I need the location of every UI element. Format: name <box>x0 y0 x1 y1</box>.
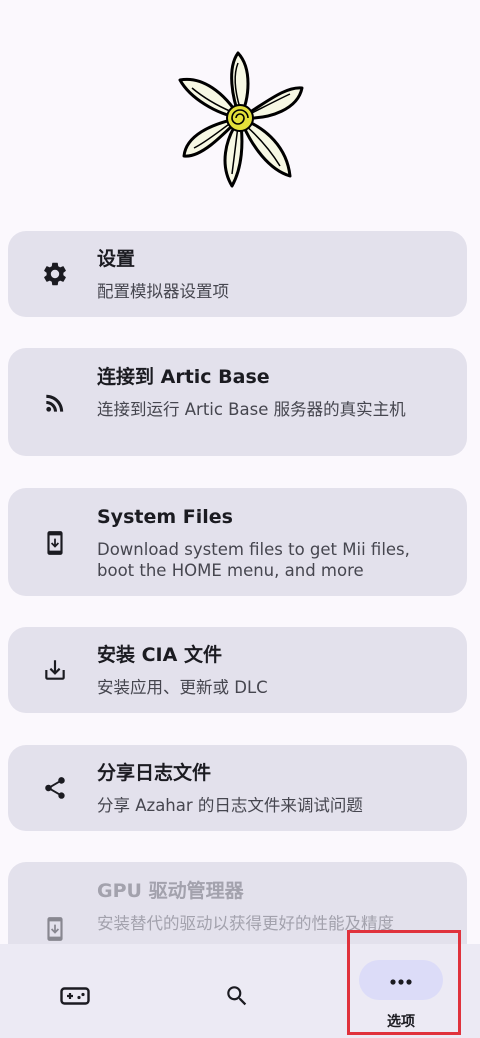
share-log-card[interactable]: 分享日志文件 分享 Azahar 的日志文件来调试问题 <box>8 745 467 831</box>
app-screen: 设置 配置模拟器设置项 连接到 Artic Base 连接到运行 Artic B… <box>0 0 480 1038</box>
system-files-card[interactable]: System Files Download system files to ge… <box>8 488 467 596</box>
artic-base-card[interactable]: 连接到 Artic Base 连接到运行 Artic Base 服务器的真实主机 <box>8 348 467 456</box>
install-cia-card[interactable]: 安装 CIA 文件 安装应用、更新或 DLC <box>8 627 467 713</box>
nav-search[interactable] <box>192 944 282 1038</box>
card-description: 安装替代的驱动以获得更好的性能及精度 <box>97 914 394 933</box>
card-description: 分享 Azahar 的日志文件来调试问题 <box>97 796 363 815</box>
driver-icon <box>40 914 70 944</box>
options-active-indicator <box>359 960 443 1000</box>
more-horizontal-icon <box>389 971 413 990</box>
card-title: GPU 驱动管理器 <box>97 880 244 902</box>
gear-icon <box>40 259 70 289</box>
card-title: 设置 <box>97 248 136 270</box>
card-description: 配置模拟器设置项 <box>97 282 229 301</box>
nav-games[interactable] <box>30 944 120 1038</box>
card-description: 连接到运行 Artic Base 服务器的真实主机 <box>97 400 406 419</box>
settings-card[interactable]: 设置 配置模拟器设置项 <box>8 231 467 317</box>
search-icon <box>224 984 250 1008</box>
download-tray-icon <box>40 655 70 685</box>
bottom-navigation-bar: 选项 <box>0 944 480 1038</box>
nav-options-label: 选项 <box>387 1014 415 1030</box>
phone-download-icon <box>40 528 70 558</box>
rss-icon <box>40 388 70 418</box>
share-icon <box>40 773 70 803</box>
card-title: System Files <box>97 506 233 528</box>
card-title: 连接到 Artic Base <box>97 366 270 388</box>
card-title: 分享日志文件 <box>97 762 212 784</box>
card-title: 安装 CIA 文件 <box>97 644 222 666</box>
card-description: Download system files to get Mii files, … <box>97 540 410 580</box>
nav-options[interactable]: 选项 <box>352 944 450 1038</box>
gamepad-icon <box>60 984 90 1008</box>
card-description: 安装应用、更新或 DLC <box>97 678 268 697</box>
azahar-flower-logo <box>178 51 304 188</box>
